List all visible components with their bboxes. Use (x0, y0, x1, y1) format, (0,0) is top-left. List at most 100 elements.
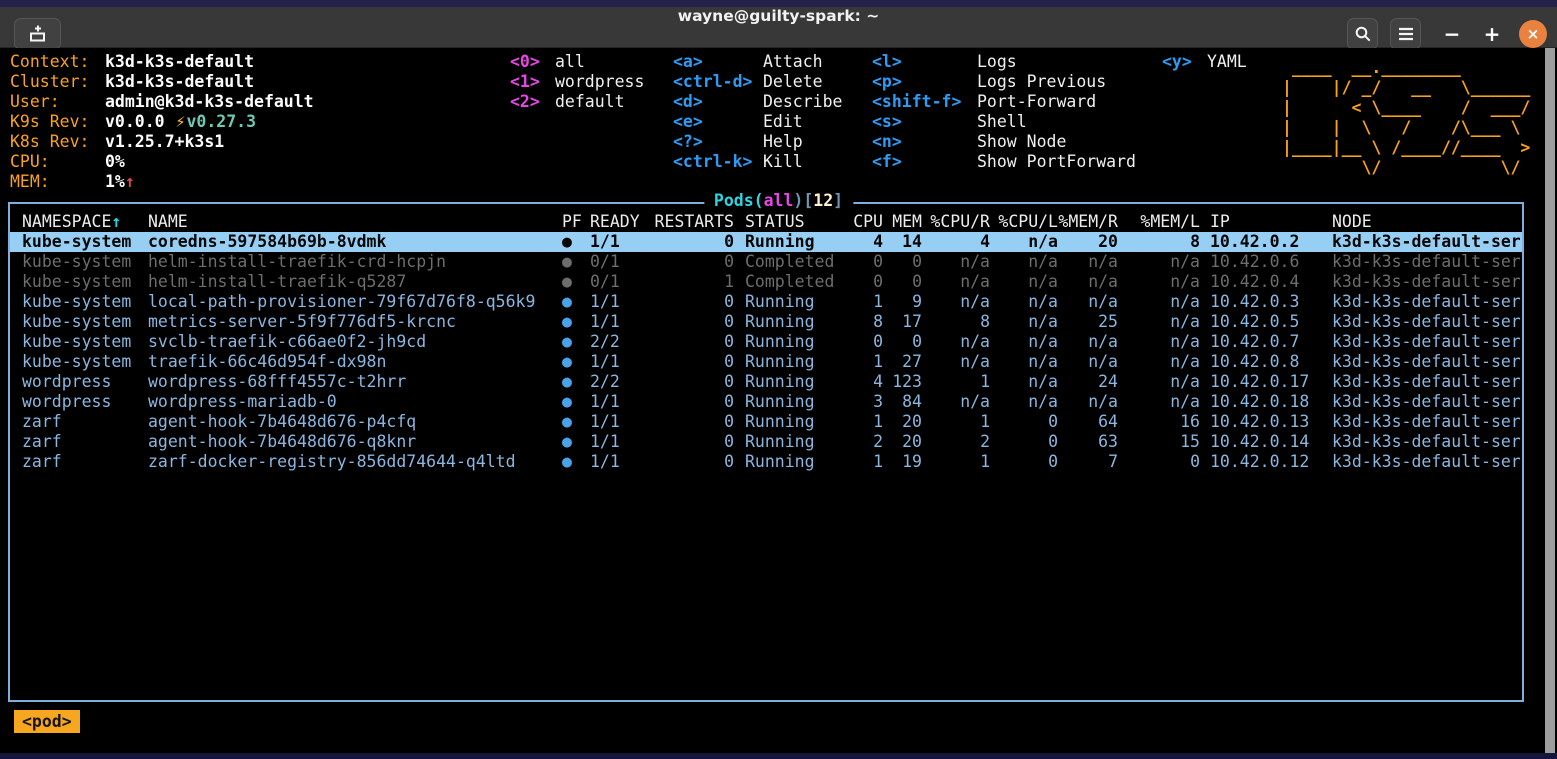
pod-row[interactable]: kube-systemsvclb-traefik-c66ae0f2-jh9cd●… (10, 332, 1522, 352)
close-button[interactable]: × (1519, 20, 1547, 48)
hotkey[interactable]: <?>Help (673, 132, 842, 152)
hotkey[interactable]: <ctrl-d>Delete (673, 72, 842, 92)
scrollbar[interactable] (1545, 48, 1555, 753)
hotkey[interactable]: <y>YAML (1162, 52, 1247, 72)
column-header-node[interactable]: NODE (1322, 212, 1522, 232)
hotkey[interactable]: <n>Show Node (872, 132, 1136, 152)
table-header-row[interactable]: NAMESPACE↑NAMEPFREADYRESTARTSSTATUSCPUME… (10, 212, 1522, 232)
cell-restarts: 1 (650, 272, 740, 292)
info-label: User: (10, 92, 105, 112)
search-button[interactable] (1347, 18, 1378, 50)
column-header-cpur[interactable]: %CPU/R (922, 212, 990, 232)
pod-row[interactable]: wordpresswordpress-mariadb-0●1/10Running… (10, 392, 1522, 412)
cell-status: Running (740, 392, 845, 412)
cell-meml: n/a (1118, 352, 1200, 372)
view-namespace-label: all (764, 191, 794, 210)
new-tab-button[interactable] (14, 18, 61, 50)
pod-row[interactable]: kube-systemlocal-path-provisioner-79f67d… (10, 292, 1522, 312)
pod-row[interactable]: zarfagent-hook-7b4648d676-p4cfq●1/10Runn… (10, 412, 1522, 432)
cell-pf: ● (560, 252, 590, 272)
window-title: wayne@guilty-spark: ~ (0, 7, 1557, 47)
cell-ready: 1/1 (590, 292, 650, 312)
hotkey-key: <2> (510, 92, 555, 112)
pod-row[interactable]: kube-systemtraefik-66c46d954f-dx98n●1/10… (10, 352, 1522, 372)
cell-ip: 10.42.0.8 (1200, 352, 1322, 372)
cell-restarts: 0 (650, 412, 740, 432)
hotkey-key: <p> (872, 72, 977, 92)
hotkey[interactable]: <a>Attach (673, 52, 842, 72)
hotkey-key: <l> (872, 52, 977, 72)
cell-cpur: 1 (922, 452, 990, 472)
hotkey[interactable]: <0>all (510, 52, 644, 72)
hotkey[interactable]: <s>Shell (872, 112, 1136, 132)
pod-row[interactable]: wordpresswordpress-68fff4557c-t2hrr●2/20… (10, 372, 1522, 392)
cell-restarts: 0 (650, 432, 740, 452)
pod-row[interactable]: kube-systemhelm-install-traefik-crd-hcpj… (10, 252, 1522, 272)
pod-row[interactable]: kube-systemmetrics-server-5f9f776df5-krc… (10, 312, 1522, 332)
menu-button[interactable] (1390, 18, 1421, 50)
column-header-meml[interactable]: %MEM/L (1118, 212, 1200, 232)
pod-row[interactable]: zarfagent-hook-7b4648d676-q8knr●1/10Runn… (10, 432, 1522, 452)
cell-cpur: 2 (922, 432, 990, 452)
hotkey[interactable]: <p>Logs Previous (872, 72, 1136, 92)
column-header-cpu[interactable]: CPU (845, 212, 883, 232)
hotkey-label: Kill (763, 152, 803, 171)
cell-name: wordpress-mariadb-0 (148, 392, 560, 412)
maximize-button[interactable]: + (1477, 18, 1507, 50)
titlebar[interactable]: wayne@guilty-spark: ~ − + × (0, 7, 1557, 48)
cell-node: k3d-k3s-default-ser (1322, 432, 1522, 452)
minimize-button[interactable]: − (1437, 18, 1467, 50)
cell-ready: 1/1 (590, 412, 650, 432)
cell-cpul: n/a (990, 312, 1058, 332)
hotkey[interactable]: <f>Show PortForward (872, 152, 1136, 172)
info-line: MEM:1%↑ (10, 172, 314, 192)
cell-cpul: n/a (990, 272, 1058, 292)
cell-cpul: n/a (990, 292, 1058, 312)
hotkey[interactable]: <shift-f>Port-Forward (872, 92, 1136, 112)
cell-name: helm-install-traefik-q5287 (148, 272, 560, 292)
column-header-status[interactable]: STATUS (740, 212, 845, 232)
cell-meml: n/a (1118, 252, 1200, 272)
hotkey[interactable]: <d>Describe (673, 92, 842, 112)
column-header-ip[interactable]: IP (1200, 212, 1322, 232)
pod-row[interactable]: kube-systemcoredns-597584b69b-8vdmk●1/10… (10, 232, 1522, 252)
cell-restarts: 0 (650, 312, 740, 332)
cell-status: Running (740, 372, 845, 392)
breadcrumb-pod[interactable]: <pod> (14, 710, 80, 733)
column-header-cpul[interactable]: %CPU/L (990, 212, 1058, 232)
pod-row[interactable]: kube-systemhelm-install-traefik-q5287●0/… (10, 272, 1522, 292)
hotkey[interactable]: <2>default (510, 92, 644, 112)
cell-ready: 2/2 (590, 372, 650, 392)
pod-row[interactable]: zarfzarf-docker-registry-856dd74644-q4lt… (10, 452, 1522, 472)
info-value: admin@k3d-k3s-default (105, 92, 314, 111)
cell-memr: n/a (1058, 352, 1118, 372)
hotkey[interactable]: <e>Edit (673, 112, 842, 132)
hotkey[interactable]: <ctrl-k>Kill (673, 152, 842, 172)
cell-pf: ● (560, 372, 590, 392)
cell-ready: 1/1 (590, 232, 650, 252)
column-header-mem[interactable]: MEM (883, 212, 922, 232)
terminal-window: wayne@guilty-spark: ~ − + × Context:k3d-… (0, 0, 1557, 759)
cell-meml: n/a (1118, 272, 1200, 292)
cell-node: k3d-k3s-default-ser (1322, 232, 1522, 252)
terminal-screen[interactable]: Context:k3d-k3s-defaultCluster:k3d-k3s-d… (0, 48, 1557, 753)
hotkey-key: <s> (872, 112, 977, 132)
cell-cpu: 1 (845, 292, 883, 312)
column-header-memr[interactable]: %MEM/R (1058, 212, 1118, 232)
column-header-ready[interactable]: READY (590, 212, 650, 232)
cell-status: Running (740, 332, 845, 352)
cell-meml: 15 (1118, 432, 1200, 452)
column-header-namespace[interactable]: NAMESPACE↑ (22, 212, 148, 232)
cell-meml: 0 (1118, 452, 1200, 472)
column-header-pf[interactable]: PF (560, 212, 590, 232)
namespace-hotkeys: <0>all<1>wordpress<2>default (510, 52, 644, 112)
hotkey[interactable]: <l>Logs (872, 52, 1136, 72)
column-header-restarts[interactable]: RESTARTS (650, 212, 740, 232)
hotkey-key: <d> (673, 92, 763, 112)
cell-status: Completed (740, 252, 845, 272)
cell-node: k3d-k3s-default-ser (1322, 352, 1522, 372)
hotkey[interactable]: <1>wordpress (510, 72, 644, 92)
info-value: 1% (105, 172, 125, 191)
column-header-name[interactable]: NAME (148, 212, 560, 232)
info-value: k3d-k3s-default (105, 52, 254, 71)
